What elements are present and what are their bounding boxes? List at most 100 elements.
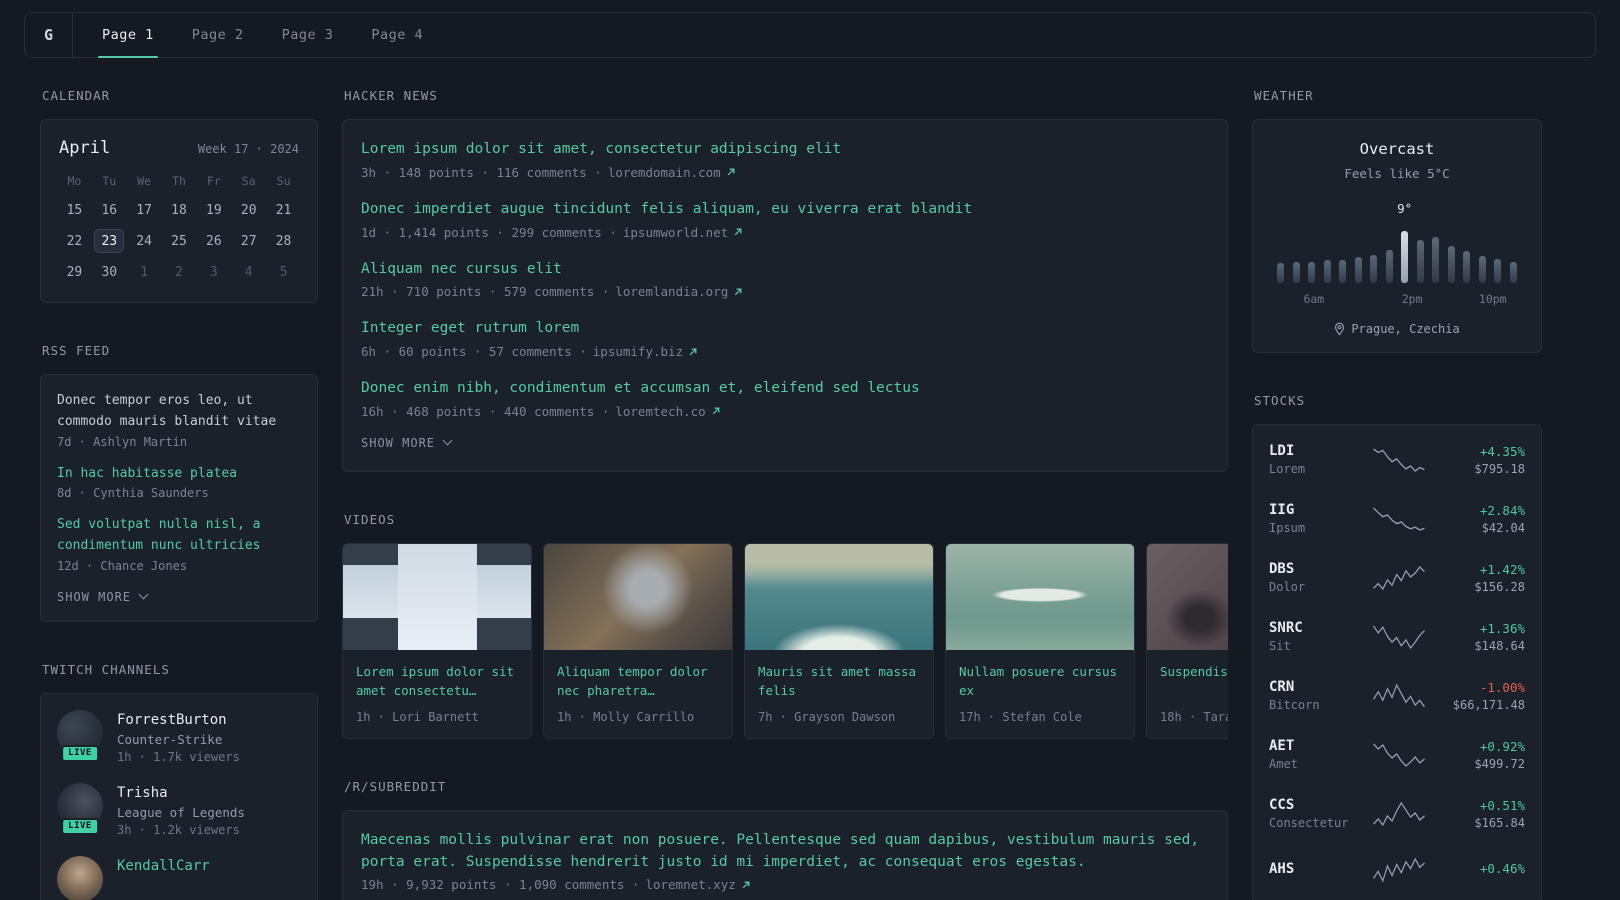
stock-id: CRN Bitcorn (1269, 679, 1361, 712)
rss-show-more-button[interactable]: SHOW MORE (57, 590, 149, 604)
calendar-day[interactable]: 23 (94, 229, 125, 253)
story-link[interactable]: Donec enim nibh, condimentum et accumsan… (361, 378, 1209, 400)
weather-hour-bar (1478, 256, 1486, 283)
rss-item-link[interactable]: In hac habitasse platea (57, 464, 301, 485)
stock-values: +0.46% (1437, 861, 1525, 879)
hn-show-more-button[interactable]: SHOW MORE (361, 435, 453, 450)
story-link[interactable]: Integer eget rutrum lorem (361, 318, 1209, 340)
video-card[interactable]: Aliquam tempor dolor nec pharetra… 1h · … (543, 542, 733, 739)
post-domain-link[interactable]: loremnet.xyz (645, 877, 750, 892)
story-domain: loremlandia.org (615, 284, 729, 300)
section-title-hacker-news: HACKER NEWS (344, 88, 438, 103)
calendar-day[interactable]: 19 (199, 198, 229, 222)
video-title-link[interactable]: Suspendisse diam (1160, 662, 1228, 701)
video-title-link[interactable]: Aliquam tempor dolor nec pharetra… (557, 662, 719, 701)
hacker-news-card: Lorem ipsum dolor sit amet, consectetur … (342, 119, 1228, 472)
calendar-day[interactable]: 20 (234, 198, 264, 222)
story-domain-link[interactable]: loremdomain.com (608, 165, 736, 180)
post-item: Maecenas mollis pulvinar erat non posuer… (361, 830, 1209, 893)
stock-row[interactable]: LDI Lorem +4.35% $795.18 (1267, 430, 1527, 489)
video-card[interactable]: Lorem ipsum dolor sit amet consectetu… 1… (342, 542, 532, 739)
calendar-day[interactable]: 27 (234, 229, 264, 253)
calendar-day[interactable]: 26 (199, 229, 229, 253)
live-badge: LIVE (61, 744, 99, 762)
external-link-icon (734, 288, 742, 296)
calendar-day[interactable]: 2 (164, 260, 194, 284)
section-title-rss: RSS FEED (42, 343, 111, 358)
tab-page-3[interactable]: Page 3 (263, 13, 353, 57)
tab-page-4[interactable]: Page 4 (352, 13, 442, 57)
calendar-day[interactable]: 24 (129, 229, 159, 253)
story-domain-link[interactable]: loremtech.co (615, 404, 720, 419)
stock-row[interactable]: AHS +0.46% (1267, 843, 1527, 897)
stock-row[interactable]: AET Amet +0.92% $499.72 (1267, 725, 1527, 784)
dow-label: We (137, 174, 152, 188)
stock-symbol: CCS (1269, 797, 1295, 813)
calendar-day[interactable]: 25 (164, 229, 194, 253)
stock-sparkline (1373, 857, 1425, 883)
calendar-day[interactable]: 16 (94, 198, 124, 222)
video-title-link[interactable]: Lorem ipsum dolor sit amet consectetu… (356, 662, 518, 701)
calendar-day[interactable]: 3 (199, 260, 229, 284)
rss-widget: RSS FEED Donec tempor eros leo, ut commo… (40, 343, 318, 622)
subreddit-card: Maecenas mollis pulvinar erat non posuer… (342, 809, 1228, 900)
calendar-day[interactable]: 30 (94, 260, 124, 284)
stock-row[interactable]: SNRC Sit +1.36% $148.64 (1267, 607, 1527, 666)
post-link[interactable]: Maecenas mollis pulvinar erat non posuer… (361, 830, 1209, 874)
story-domain-link[interactable]: ipsumify.biz (593, 344, 698, 359)
story-item: Donec enim nibh, condimentum et accumsan… (361, 378, 1209, 419)
weather-hour-bar (1432, 237, 1440, 283)
weather-hour-bar (1385, 250, 1393, 283)
calendar-day[interactable]: 15 (59, 198, 89, 222)
story-link[interactable]: Donec imperdiet augue tincidunt felis al… (361, 199, 1209, 221)
calendar-day[interactable]: 4 (234, 260, 264, 284)
channel-name-link[interactable]: Trisha (117, 783, 245, 801)
video-card[interactable]: Nullam posuere cursus ex 17h · Stefan Co… (945, 542, 1135, 739)
story-domain-link[interactable]: loremlandia.org (615, 284, 743, 299)
channel-avatar: LIVE (57, 782, 103, 835)
rss-item-link[interactable]: Donec tempor eros leo, ut commodo mauris… (57, 391, 301, 433)
twitch-channel-row[interactable]: KendallCarr (57, 855, 301, 900)
tab-page-1[interactable]: Page 1 (83, 13, 173, 58)
calendar-day[interactable]: 17 (129, 198, 159, 222)
story-domain-link[interactable]: ipsumworld.net (623, 225, 743, 240)
calendar-day[interactable]: 22 (59, 229, 89, 253)
chevron-down-icon (442, 435, 453, 446)
stock-row[interactable]: DBS Dolor +1.42% $156.28 (1267, 548, 1527, 607)
calendar-day[interactable]: 1 (129, 260, 159, 284)
story-link[interactable]: Aliquam nec cursus elit (361, 259, 1209, 281)
channel-info: Trisha League of Legends 3h · 1.2k viewe… (117, 783, 245, 837)
video-title-link[interactable]: Mauris sit amet massa felis (758, 662, 920, 701)
story-meta: 3h · 148 points · 116 comments · loremdo… (361, 165, 1209, 180)
app-logo[interactable]: G (25, 13, 73, 57)
stock-row[interactable]: IIG Ipsum +2.84% $42.04 (1267, 489, 1527, 548)
hourly-temperature-chart: 9° (1275, 201, 1519, 283)
twitch-channel-row[interactable]: LIVE ForrestBurton Counter-Strike 1h · 1… (57, 709, 301, 764)
video-card[interactable]: Mauris sit amet massa felis 7h · Grayson… (744, 542, 934, 739)
calendar-day[interactable]: 28 (269, 229, 299, 253)
calendar-day[interactable]: 18 (164, 198, 194, 222)
story-domain: ipsumworld.net (622, 224, 729, 240)
stocks-widget: STOCKS LDI Lorem +4.35% $795.18 IIG Ipsu… (1252, 393, 1542, 900)
story-link[interactable]: Lorem ipsum dolor sit amet, consectetur … (361, 139, 1209, 161)
tab-page-2[interactable]: Page 2 (173, 13, 263, 57)
calendar-day[interactable]: 29 (59, 260, 89, 284)
rss-item-link[interactable]: Sed volutpat nulla nisl, a condimentum n… (57, 515, 301, 557)
weather-hour-bar (1509, 262, 1517, 283)
stock-id: IIG Ipsum (1269, 502, 1361, 535)
stock-sparkline (1373, 506, 1425, 531)
stock-row[interactable]: CCS Consectetur +0.51% $165.84 (1267, 784, 1527, 843)
calendar-month: April (59, 138, 111, 158)
calendar-day[interactable]: 5 (269, 260, 299, 284)
stock-values: +4.35% $795.18 (1437, 444, 1525, 476)
twitch-channel-row[interactable]: LIVE Trisha League of Legends 3h · 1.2k … (57, 782, 301, 837)
video-title-link[interactable]: Nullam posuere cursus ex (959, 662, 1121, 701)
video-card[interactable]: Suspendisse diam 18h · Tara (1146, 542, 1228, 739)
channel-game: League of Legends (117, 804, 245, 820)
videos-row: Lorem ipsum dolor sit amet consectetu… 1… (342, 542, 1228, 739)
channel-name-link[interactable]: ForrestBurton (117, 710, 240, 728)
channel-name-link[interactable]: KendallCarr (117, 856, 210, 874)
stock-sparkline (1373, 801, 1425, 826)
stock-row[interactable]: CRN Bitcorn -1.00% $66,171.48 (1267, 666, 1527, 725)
calendar-day[interactable]: 21 (269, 198, 299, 222)
